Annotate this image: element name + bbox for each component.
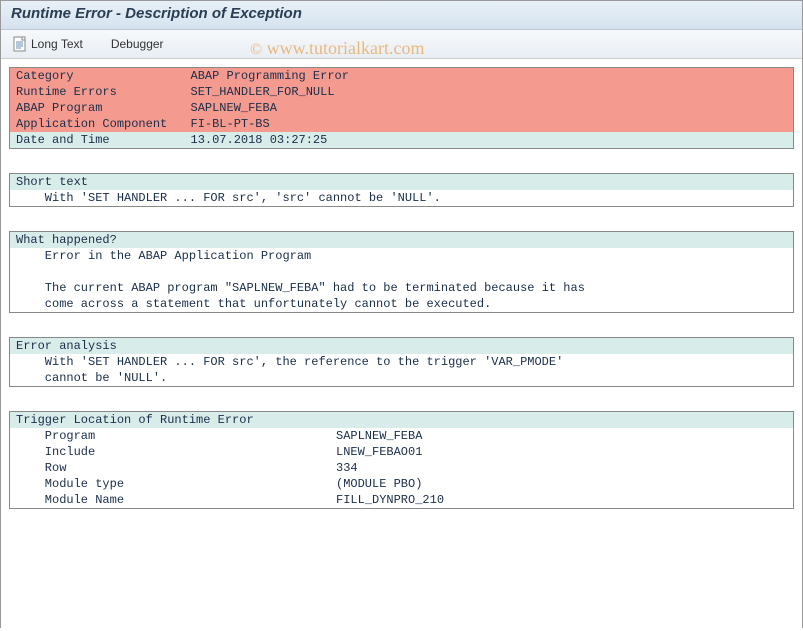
- text-line: With 'SET HANDLER ... FOR src', the refe…: [10, 354, 793, 370]
- header-row-date-time: Date and Time 13.07.2018 03:27:25: [10, 132, 794, 149]
- header-value: 13.07.2018 03:27:25: [185, 132, 794, 149]
- trigger-row-include: Include LNEW_FEBAO01: [10, 444, 793, 460]
- section-body: Program SAPLNEW_FEBA Include LNEW_FEBAO0…: [10, 428, 793, 508]
- trigger-value: LNEW_FEBAO01: [330, 444, 793, 460]
- error-header-table: Category ABAP Programming Error Runtime …: [9, 67, 794, 149]
- long-text-button[interactable]: Long Text: [9, 34, 87, 54]
- text-line: Error in the ABAP Application Program: [10, 248, 793, 264]
- text-line: come across a statement that unfortunate…: [10, 296, 793, 312]
- header-label: Runtime Errors: [10, 84, 185, 100]
- trigger-row-row: Row 334: [10, 460, 793, 476]
- trigger-label: Program: [10, 428, 330, 444]
- trigger-label: Module Name: [10, 492, 330, 508]
- trigger-value: 334: [330, 460, 793, 476]
- trigger-value: FILL_DYNPRO_210: [330, 492, 793, 508]
- trigger-table: Program SAPLNEW_FEBA Include LNEW_FEBAO0…: [10, 428, 793, 508]
- header-value: SET_HANDLER_FOR_NULL: [185, 84, 794, 100]
- section-short-text: Short text With 'SET HANDLER ... FOR src…: [9, 173, 794, 207]
- long-text-label: Long Text: [31, 37, 83, 51]
- header-value: ABAP Programming Error: [185, 68, 794, 85]
- toolbar: Long Text Debugger: [1, 30, 802, 59]
- page-title: Runtime Error - Description of Exception: [11, 5, 302, 22]
- section-body: With 'SET HANDLER ... FOR src', 'src' ca…: [10, 190, 793, 206]
- section-error-analysis: Error analysis With 'SET HANDLER ... FOR…: [9, 337, 794, 387]
- section-what-happened: What happened? Error in the ABAP Applica…: [9, 231, 794, 313]
- header-row-runtime-errors: Runtime Errors SET_HANDLER_FOR_NULL: [10, 84, 794, 100]
- trigger-label: Include: [10, 444, 330, 460]
- debugger-button[interactable]: Debugger: [107, 35, 168, 53]
- trigger-label: Module type: [10, 476, 330, 492]
- trigger-label: Row: [10, 460, 330, 476]
- text-line: cannot be 'NULL'.: [10, 370, 793, 386]
- header-label: Category: [10, 68, 185, 85]
- section-title: Trigger Location of Runtime Error: [10, 412, 793, 428]
- header-label: Application Component: [10, 116, 185, 132]
- text-line: [10, 264, 793, 280]
- section-body: Error in the ABAP Application Program Th…: [10, 248, 793, 312]
- trigger-row-module-name: Module Name FILL_DYNPRO_210: [10, 492, 793, 508]
- section-trigger-location: Trigger Location of Runtime Error Progra…: [9, 411, 794, 509]
- header-value: SAPLNEW_FEBA: [185, 100, 794, 116]
- section-title: Short text: [10, 174, 793, 190]
- header-row-abap-program: ABAP Program SAPLNEW_FEBA: [10, 100, 794, 116]
- trigger-row-module-type: Module type (MODULE PBO): [10, 476, 793, 492]
- text-line: With 'SET HANDLER ... FOR src', 'src' ca…: [10, 190, 793, 206]
- section-body: With 'SET HANDLER ... FOR src', the refe…: [10, 354, 793, 386]
- trigger-value: SAPLNEW_FEBA: [330, 428, 793, 444]
- content-area: Category ABAP Programming Error Runtime …: [1, 59, 802, 631]
- header-row-category: Category ABAP Programming Error: [10, 68, 794, 85]
- section-title: What happened?: [10, 232, 793, 248]
- debugger-label: Debugger: [111, 37, 164, 51]
- trigger-value: (MODULE PBO): [330, 476, 793, 492]
- header-value: FI-BL-PT-BS: [185, 116, 794, 132]
- header-label: Date and Time: [10, 132, 185, 149]
- header-row-application-component: Application Component FI-BL-PT-BS: [10, 116, 794, 132]
- trigger-row-program: Program SAPLNEW_FEBA: [10, 428, 793, 444]
- document-icon: [13, 36, 27, 52]
- section-title: Error analysis: [10, 338, 793, 354]
- title-bar: Runtime Error - Description of Exception: [1, 1, 802, 30]
- header-label: ABAP Program: [10, 100, 185, 116]
- text-line: The current ABAP program "SAPLNEW_FEBA" …: [10, 280, 793, 296]
